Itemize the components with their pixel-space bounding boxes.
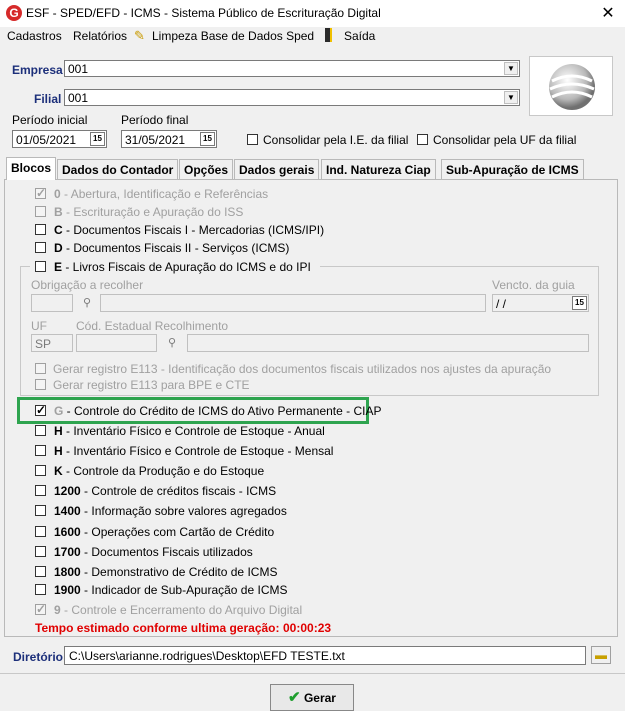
cod-estadual-input[interactable] — [76, 334, 157, 352]
calendar-icon[interactable]: 15 — [572, 296, 587, 310]
bloco-e-label: E - Livros Fiscais de Apuração do ICMS e… — [54, 260, 311, 274]
tempo-label: Tempo estimado conforme ultima geração: — [35, 621, 280, 635]
e113a-checkbox[interactable] — [35, 363, 46, 374]
tempo-value: 00:00:23 — [283, 621, 332, 635]
bloco-1400-checkbox[interactable] — [35, 505, 46, 516]
tab-sub-apuracao[interactable]: Sub-Apuração de ICMS — [441, 159, 584, 180]
bloco-b-label: B - Escrituração e Apuração do ISS — [54, 205, 244, 219]
bloco-0-label: 0 - Abertura, Identificação e Referência… — [54, 187, 269, 201]
filial-select[interactable]: 001 ▼ — [64, 89, 520, 106]
bloco-g-checkbox[interactable] — [35, 403, 46, 417]
bloco-k-checkbox[interactable] — [35, 465, 46, 476]
bloco-9-checkbox[interactable] — [35, 602, 46, 616]
calendar-icon[interactable]: 15 — [200, 132, 215, 146]
bloco-1600-checkbox[interactable] — [35, 526, 46, 537]
binoculars-icon[interactable]: ⚲ — [163, 336, 181, 349]
filial-value: 001 — [68, 91, 89, 105]
broom-icon: ✎ — [134, 28, 145, 43]
empresa-label: Empresa — [12, 63, 63, 77]
gerar-button[interactable]: ✔ Gerar — [270, 684, 354, 711]
close-button[interactable]: ✕ — [598, 3, 618, 23]
consolidar-uf-label: Consolidar pela UF da filial — [433, 133, 577, 147]
bloco-h-mensal-label: H - Inventário Físico e Controle de Esto… — [54, 444, 334, 458]
bloco-g-label: G - Controle do Crédito de ICMS do Ativo… — [54, 404, 382, 418]
bloco-c-checkbox[interactable] — [35, 224, 46, 235]
divider — [0, 673, 625, 674]
menu-relatorios[interactable]: Relatórios — [73, 29, 127, 43]
empresa-select[interactable]: 001 ▼ — [64, 60, 520, 77]
bloco-1800-label: 1800 - Demonstrativo de Crédito de ICMS — [54, 565, 278, 579]
consolidar-ie-label: Consolidar pela I.E. da filial — [263, 133, 409, 147]
tab-dados-contador[interactable]: Dados do Contador — [57, 159, 179, 180]
bloco-d-checkbox[interactable] — [35, 242, 46, 253]
obrigacao-label: Obrigação a recolher — [31, 278, 144, 292]
uf-label: UF — [31, 319, 47, 333]
menu-limpeza[interactable]: Limpeza Base de Dados Sped — [152, 29, 314, 43]
diretorio-label: Diretório — [13, 650, 64, 664]
e113a-label: Gerar registro E113 - Identificação dos … — [53, 362, 552, 376]
periodo-final-value: 31/05/2021 — [125, 133, 186, 147]
periodo-final-input[interactable]: 31/05/2021 15 — [121, 130, 217, 148]
obrigacao-code-input[interactable] — [31, 294, 73, 312]
empresa-value: 001 — [68, 62, 89, 76]
periodo-final-label: Período final — [121, 113, 189, 127]
cod-estadual-desc-input — [187, 334, 589, 352]
menu-cadastros[interactable]: Cadastros — [7, 29, 62, 43]
uf-input[interactable]: SP — [31, 334, 73, 352]
vencto-label: Vencto. da guia — [492, 278, 575, 292]
periodo-inicial-label: Período inicial — [12, 113, 88, 127]
gerar-label: Gerar — [303, 691, 336, 705]
bloco-1400-label: 1400 - Informação sobre valores agregado… — [54, 504, 287, 518]
checkmark-icon: ✔ — [288, 689, 301, 706]
bloco-1700-label: 1700 - Documentos Fiscais utilizados — [54, 545, 253, 559]
consolidar-ie-checkbox[interactable] — [247, 134, 258, 145]
periodo-inicial-input[interactable]: 01/05/2021 15 — [12, 130, 107, 148]
bloco-d-label: D - Documentos Fiscais II - Serviços (IC… — [54, 241, 290, 255]
window-title: ESF - SPED/EFD - ICMS - Sistema Público … — [26, 6, 381, 20]
bloco-9-label: 9 - Controle e Encerramento do Arquivo D… — [54, 603, 303, 617]
bloco-1900-checkbox[interactable] — [35, 584, 46, 595]
filial-label: Filial — [34, 92, 62, 106]
bloco-e-checkbox[interactable] — [35, 261, 46, 272]
bloco-1700-checkbox[interactable] — [35, 546, 46, 557]
bloco-k-label: K - Controle da Produção e do Estoque — [54, 464, 265, 478]
vencto-input[interactable]: / / 15 — [492, 294, 589, 312]
consolidar-uf-checkbox[interactable] — [417, 134, 428, 145]
exit-door-icon — [325, 28, 332, 42]
bloco-b-checkbox[interactable] — [35, 206, 46, 217]
sphere-logo-icon — [549, 64, 595, 110]
tab-natureza-ciap[interactable]: Ind. Natureza Ciap — [321, 159, 436, 180]
bloco-h-anual-label: H - Inventário Físico e Controle de Esto… — [54, 424, 325, 438]
cod-estadual-label: Cód. Estadual Recolhimento — [76, 319, 229, 333]
logo-image — [529, 56, 613, 116]
tab-opcoes[interactable]: Opções — [179, 159, 234, 180]
bloco-h-mensal-checkbox[interactable] — [35, 445, 46, 456]
obrigacao-desc-input — [100, 294, 486, 312]
menu-saida[interactable]: Saída — [344, 29, 375, 43]
bloco-1200-checkbox[interactable] — [35, 485, 46, 496]
folder-open-icon[interactable]: ▬ — [591, 646, 611, 664]
binoculars-icon[interactable]: ⚲ — [78, 296, 96, 309]
chevron-down-icon[interactable]: ▼ — [504, 62, 518, 75]
chevron-down-icon[interactable]: ▼ — [504, 91, 518, 104]
bloco-1600-label: 1600 - Operações com Cartão de Crédito — [54, 525, 275, 539]
bloco-c-label: C - Documentos Fiscais I - Mercadorias (… — [54, 223, 325, 237]
periodo-inicial-value: 01/05/2021 — [16, 133, 77, 147]
bloco-1900-label: 1900 - Indicador de Sub-Apuração de ICMS — [54, 583, 288, 597]
app-logo-icon: G — [6, 5, 22, 21]
bloco-h-anual-checkbox[interactable] — [35, 425, 46, 436]
bloco-1800-checkbox[interactable] — [35, 566, 46, 577]
bloco-1200-label: 1200 - Controle de créditos fiscais - IC… — [54, 484, 277, 498]
bloco-0-checkbox[interactable] — [35, 186, 46, 200]
tab-blocos[interactable]: Blocos — [6, 157, 57, 180]
e113b-checkbox[interactable] — [35, 379, 46, 390]
e113b-label: Gerar registro E113 para BPE e CTE — [53, 378, 250, 392]
calendar-icon[interactable]: 15 — [90, 132, 105, 146]
diretorio-input[interactable]: C:\Users\arianne.rodrigues\Desktop\EFD T… — [64, 646, 586, 665]
uf-value: SP — [35, 337, 52, 351]
tab-dados-gerais[interactable]: Dados gerais — [234, 159, 320, 180]
vencto-value: / / — [496, 297, 507, 311]
